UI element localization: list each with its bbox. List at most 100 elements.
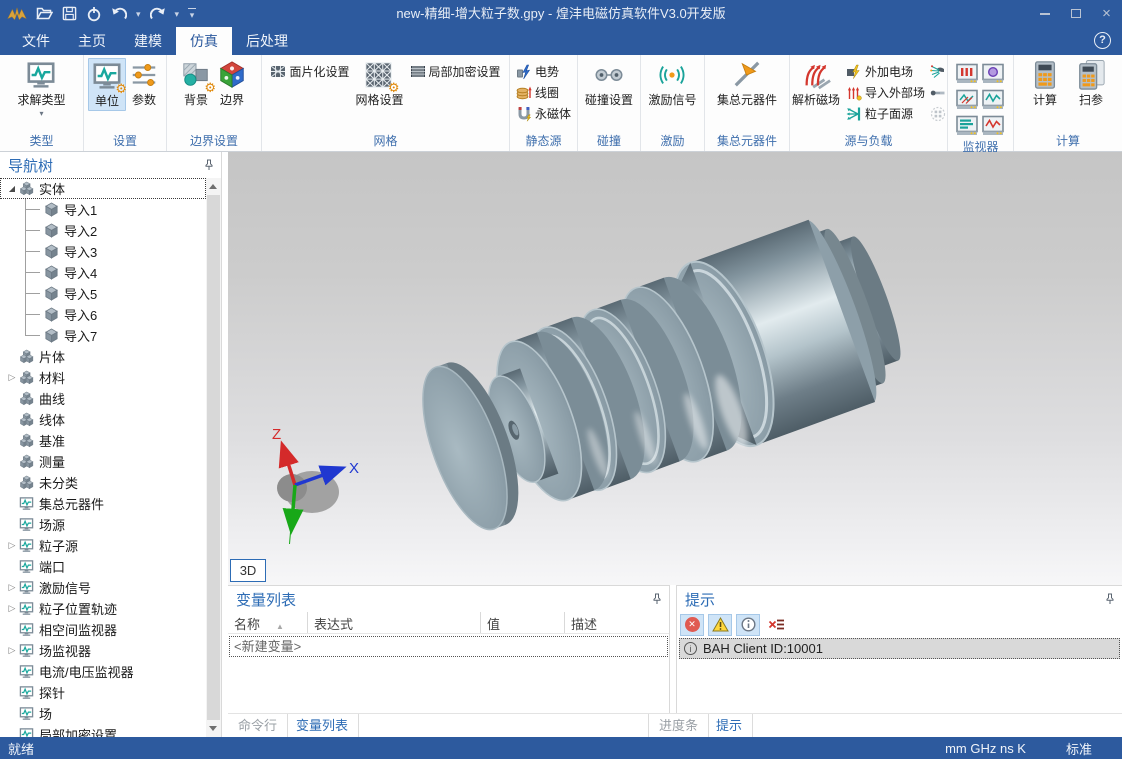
compute-button[interactable]: 计算 — [1027, 58, 1063, 109]
maximize-button[interactable] — [1060, 0, 1091, 27]
expander-collapsed-icon[interactable]: ▷ — [5, 372, 19, 383]
tree-item-import7[interactable]: 导入7 — [0, 325, 206, 346]
tree-item-current-voltage-monitor[interactable]: 电流/电压监视器 — [0, 661, 206, 682]
external-efield-button[interactable]: 外加电场 — [843, 61, 916, 82]
tree-item-wires[interactable]: 线体 — [0, 409, 206, 430]
status-standard-mode[interactable]: 标准 — [1066, 739, 1092, 758]
redo-button[interactable] — [150, 7, 166, 21]
scroll-down-arrow-icon[interactable] — [209, 726, 217, 731]
tree-item-solids[interactable]: ◢实体 — [0, 178, 206, 199]
import-external-field-button[interactable]: 导入外部场 — [843, 82, 928, 103]
sweep-button[interactable]: 扫参 — [1073, 58, 1109, 109]
tree-item-materials[interactable]: ▷材料 — [0, 367, 206, 388]
field-arrow-monitor-button[interactable] — [956, 89, 980, 113]
scrollbar-thumb[interactable] — [207, 195, 220, 720]
redo-dropdown-caret[interactable]: ▾ — [175, 9, 180, 19]
excitation-signal-button[interactable]: 激励信号 — [645, 58, 699, 109]
tree-item-field-monitor[interactable]: ▷场监视器 — [0, 640, 206, 661]
viewport-3d[interactable]: Z X 3D — [228, 152, 1122, 585]
warning-filter-button[interactable] — [708, 614, 732, 636]
parameters-button[interactable]: 参数 — [126, 58, 162, 109]
tab-tips[interactable]: 提示 — [706, 714, 753, 738]
expander-collapsed-icon[interactable]: ▷ — [5, 645, 19, 656]
new-variable-row[interactable]: <新建变量> — [229, 636, 668, 657]
close-button[interactable]: × — [1091, 0, 1122, 27]
status-units[interactable]: mm GHz ns K — [945, 741, 1026, 756]
save-button[interactable] — [62, 6, 77, 21]
tab-modeling[interactable]: 建模 — [120, 27, 176, 55]
column-header-value[interactable]: 值 — [481, 612, 565, 633]
tree-item-ports[interactable]: 端口 — [0, 556, 206, 577]
tree-item-particle-source[interactable]: ▷粒子源 — [0, 535, 206, 556]
tree-item-import3[interactable]: 导入3 — [0, 241, 206, 262]
local-refine-settings-button[interactable]: 局部加密设置 — [407, 61, 504, 82]
magnet-button[interactable]: 永磁体 — [513, 103, 574, 124]
undo-dropdown-caret[interactable]: ▾ — [136, 9, 141, 19]
tab-postprocess[interactable]: 后处理 — [232, 27, 302, 55]
clear-messages-button[interactable] — [764, 614, 788, 636]
tree-item-import1[interactable]: 导入1 — [0, 199, 206, 220]
tab-command-line[interactable]: 命令行 — [228, 714, 288, 738]
boundary-button[interactable]: 边界 — [214, 58, 250, 109]
tree-item-measure[interactable]: 测量 — [0, 451, 206, 472]
tab-file[interactable]: 文件 — [8, 27, 64, 55]
tree-item-curves[interactable]: 曲线 — [0, 388, 206, 409]
pin-icon[interactable] — [651, 593, 663, 605]
tree-item-phase-space-monitor[interactable]: 相空间监视器 — [0, 619, 206, 640]
minimize-button[interactable] — [1029, 0, 1060, 27]
current-monitor-button[interactable] — [982, 115, 1006, 139]
column-header-name[interactable]: 名称▲ — [228, 612, 308, 633]
power-button[interactable] — [86, 6, 102, 22]
tree-item-excitation-signal[interactable]: ▷激励信号 — [0, 577, 206, 598]
tree-item-import6[interactable]: 导入6 — [0, 304, 206, 325]
customize-toolbar-button[interactable]: ▾ — [188, 8, 196, 20]
lumped-elements-button[interactable]: 集总元器件 — [714, 58, 780, 109]
particle-surface-source-button[interactable]: 粒子面源 — [843, 103, 916, 124]
tree-item-uncategorized[interactable]: 未分类 — [0, 472, 206, 493]
info-filter-button[interactable] — [736, 614, 760, 636]
background-button[interactable]: ⚙ 背景 — [178, 58, 214, 109]
mesh-settings-button[interactable]: ⚙ 网格设置 — [352, 58, 406, 109]
expander-collapsed-icon[interactable]: ▷ — [5, 582, 19, 593]
tree-item-particle-trajectory[interactable]: ▷粒子位置轨迹 — [0, 598, 206, 619]
open-file-button[interactable] — [36, 6, 53, 21]
potential-button[interactable]: 电势 — [513, 61, 562, 82]
tip-message-row[interactable]: i BAH Client ID:10001 — [679, 638, 1120, 659]
expander-collapsed-icon[interactable]: ▷ — [5, 540, 19, 551]
solve-type-button[interactable]: 求解类型 ▾ — [14, 58, 68, 120]
tree-item-lumped-elements[interactable]: 集总元器件 — [0, 493, 206, 514]
tree-item-import5[interactable]: 导入5 — [0, 283, 206, 304]
phase-monitor-button[interactable] — [982, 63, 1006, 87]
expander-collapsed-icon[interactable]: ▷ — [5, 603, 19, 614]
unit-button[interactable]: ⚙ 单位 — [88, 58, 126, 111]
disabled-source-button[interactable] — [928, 103, 948, 124]
scroll-up-arrow-icon[interactable] — [209, 184, 217, 189]
error-filter-button[interactable]: ✕ — [680, 614, 704, 636]
analytic-field-button[interactable]: 解析磁场 — [789, 58, 843, 109]
tree-item-datum[interactable]: 基准 — [0, 430, 206, 451]
column-header-description[interactable]: 描述 — [565, 612, 669, 633]
undo-button[interactable] — [111, 7, 127, 21]
view-3d-tab[interactable]: 3D — [230, 559, 266, 582]
help-icon[interactable]: ? — [1094, 32, 1111, 49]
tree-item-import4[interactable]: 导入4 — [0, 262, 206, 283]
probe-source-button[interactable] — [928, 82, 948, 103]
tab-variable-list[interactable]: 变量列表 — [286, 714, 359, 738]
particle-emitter-button[interactable] — [928, 61, 948, 82]
tab-simulation[interactable]: 仿真 — [176, 27, 232, 55]
tree-item-local-refine[interactable]: 局部加密设置 — [0, 724, 206, 737]
tab-progress-bar[interactable]: 进度条 — [648, 714, 709, 738]
facet-settings-button[interactable]: 面片化设置 — [267, 61, 352, 82]
tree-item-sheets[interactable]: 片体 — [0, 346, 206, 367]
particle-monitor-button[interactable] — [956, 63, 980, 87]
pin-icon[interactable] — [203, 159, 215, 171]
tree-scrollbar[interactable] — [206, 178, 221, 737]
tree-item-field[interactable]: 场 — [0, 703, 206, 724]
coil-button[interactable]: 线圈 — [513, 82, 562, 103]
waveform-monitor-button[interactable] — [982, 89, 1006, 113]
tab-home[interactable]: 主页 — [64, 27, 120, 55]
tree-item-field-source[interactable]: 场源 — [0, 514, 206, 535]
expander-expanded-icon[interactable]: ◢ — [5, 184, 19, 193]
pin-icon[interactable] — [1104, 593, 1116, 605]
collision-settings-button[interactable]: 碰撞设置 — [582, 58, 636, 109]
